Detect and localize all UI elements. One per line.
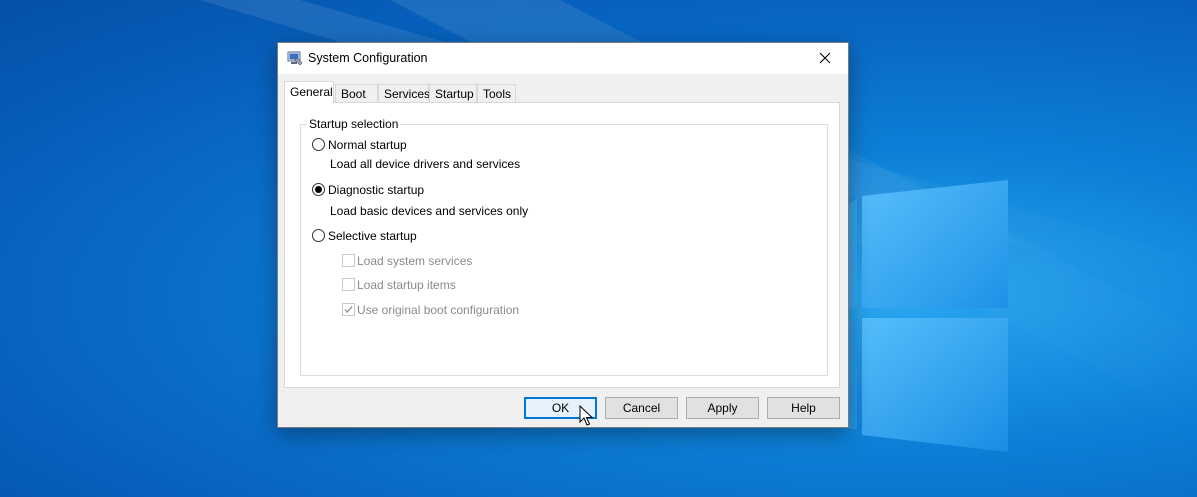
checkmark-icon	[344, 306, 353, 314]
system-configuration-dialog: System Configuration General Boot Servic…	[277, 42, 849, 428]
mouse-pointer-icon	[579, 405, 593, 426]
radio-indicator-selected[interactable]	[312, 183, 325, 196]
load-system-services-label: Load system services	[357, 254, 473, 268]
checkbox-box-checked[interactable]	[342, 303, 355, 316]
diagnostic-startup-description: Load basic devices and services only	[330, 204, 529, 218]
windows-logo-pane-br	[862, 318, 1008, 452]
checkbox-box[interactable]	[342, 278, 355, 291]
diagnostic-startup-label[interactable]: Diagnostic startup	[328, 183, 424, 197]
startup-selection-group: Startup selection Normal startup Load al…	[300, 117, 828, 376]
tab-tools[interactable]: Tools	[477, 84, 516, 102]
load-startup-items-label: Load startup items	[357, 278, 456, 292]
windows-logo-pane-bl	[848, 318, 857, 430]
windows-logo-pane-tr	[862, 180, 1008, 308]
windows-logo-pane-tl	[848, 198, 857, 308]
tab-services[interactable]: Services	[378, 84, 430, 102]
checkbox-box[interactable]	[342, 254, 355, 267]
apply-button[interactable]: Apply	[686, 397, 759, 419]
tab-boot[interactable]: Boot	[335, 84, 378, 102]
radio-indicator[interactable]	[312, 229, 325, 242]
close-icon	[819, 52, 831, 64]
selective-startup-label[interactable]: Selective startup	[328, 229, 417, 243]
radio-indicator[interactable]	[312, 138, 325, 151]
normal-startup-description: Load all device drivers and services	[330, 157, 521, 171]
tab-general[interactable]: General	[284, 81, 334, 104]
window-title: System Configuration	[308, 51, 428, 65]
general-tab-panel: Startup selection Normal startup Load al…	[284, 102, 840, 388]
use-original-boot-config-label: Use original boot configuration	[357, 303, 520, 317]
msconfig-icon	[287, 51, 303, 66]
help-button[interactable]: Help	[767, 397, 840, 419]
group-title: Startup selection	[307, 117, 401, 131]
tab-startup[interactable]: Startup	[429, 84, 477, 102]
normal-startup-label[interactable]: Normal startup	[328, 138, 407, 152]
close-button[interactable]	[802, 43, 848, 74]
cancel-button[interactable]: Cancel	[605, 397, 678, 419]
title-bar[interactable]: System Configuration	[278, 43, 848, 74]
